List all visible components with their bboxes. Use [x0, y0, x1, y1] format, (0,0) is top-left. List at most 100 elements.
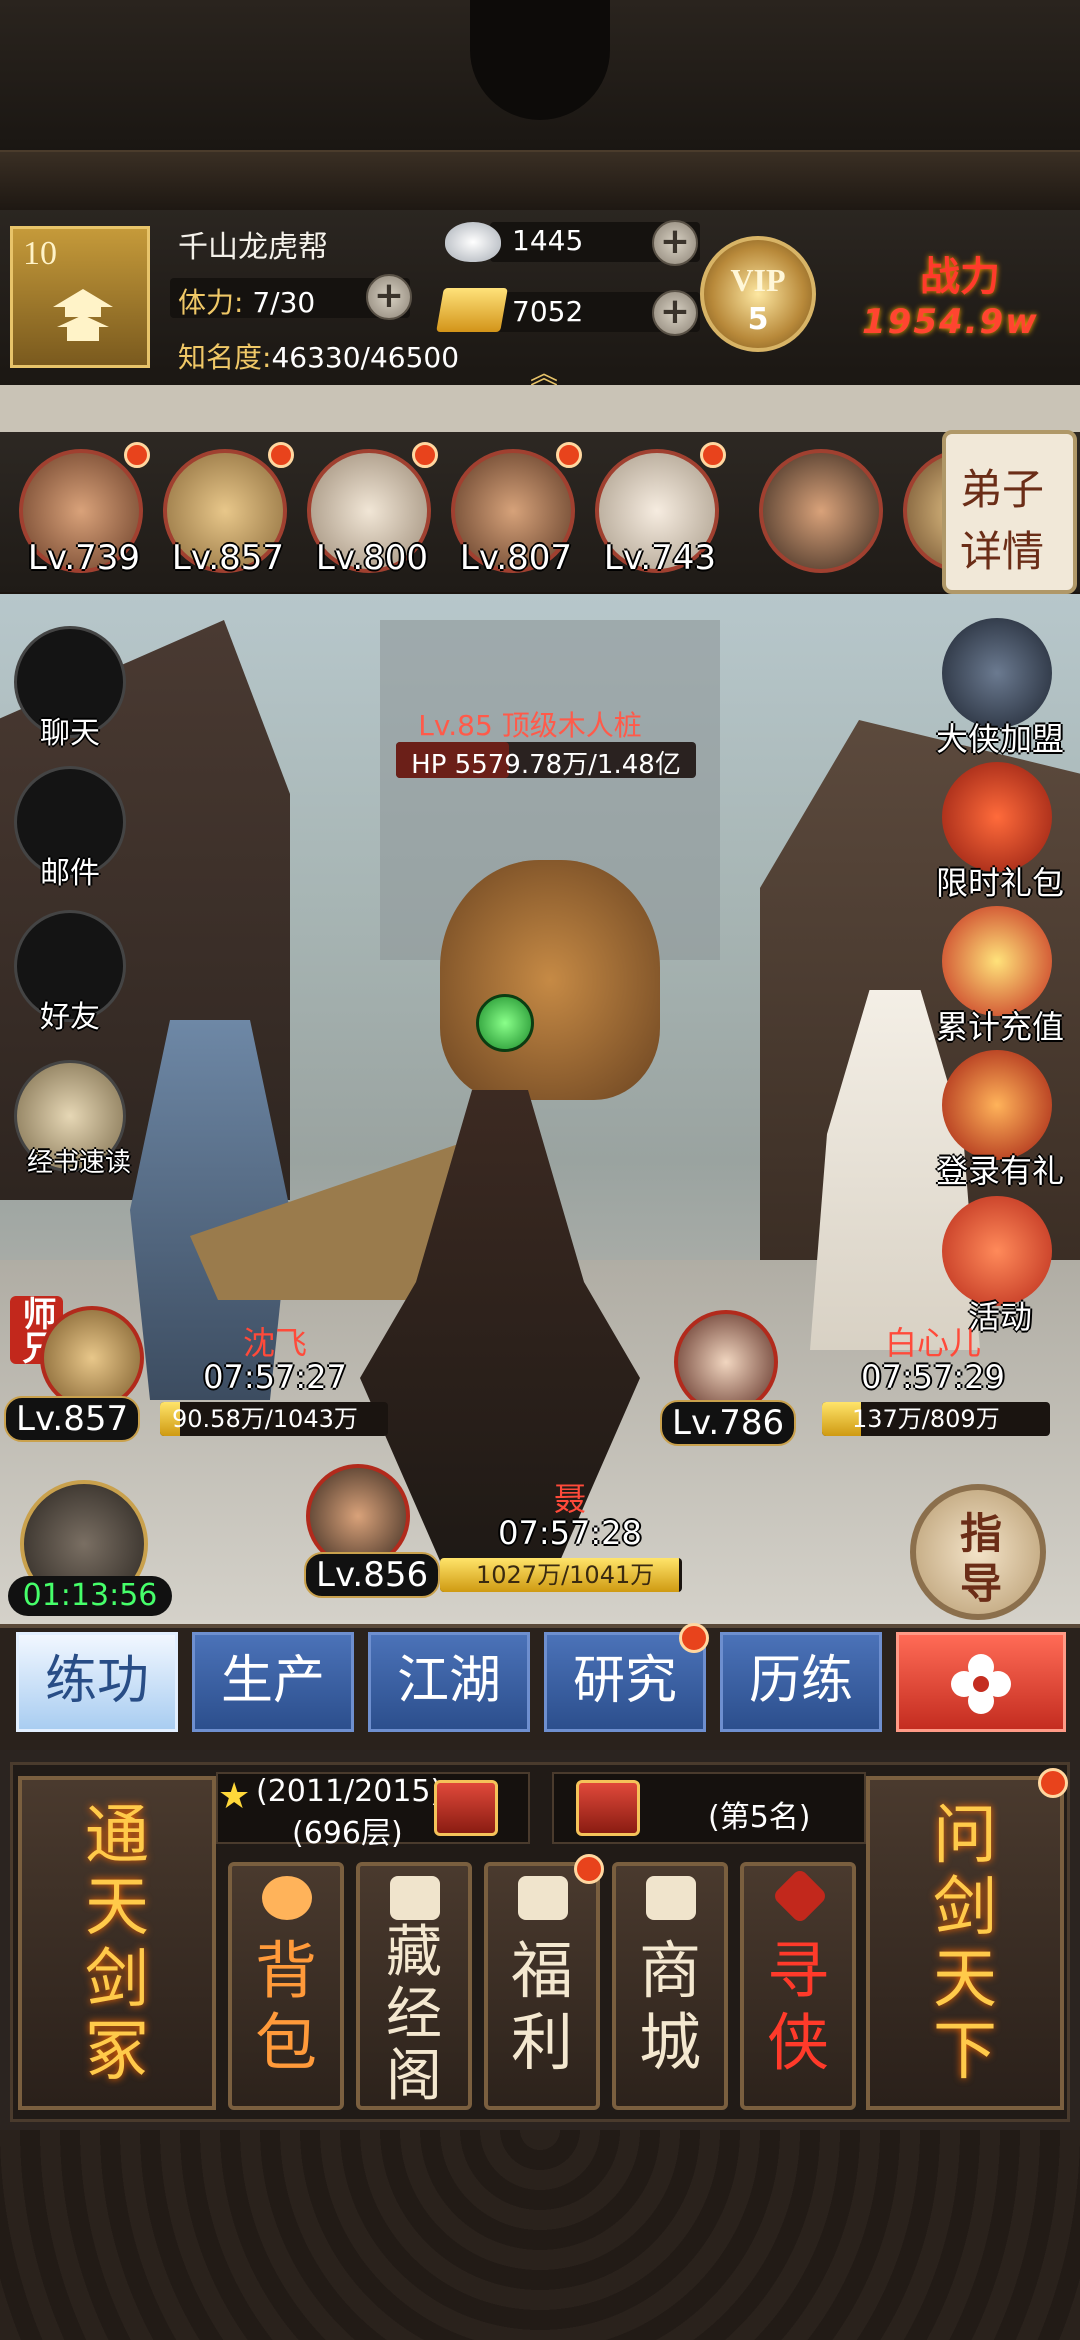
shop-button[interactable]: 商城 — [612, 1862, 728, 2110]
library-button[interactable]: 藏经阁 — [356, 1862, 472, 2110]
arena-scroll-button[interactable]: 问剑天下 — [866, 1768, 1068, 2110]
seal-icon — [771, 1867, 829, 1925]
add-stamina-button[interactable]: + — [366, 274, 412, 320]
disciple-level: Lv.743 — [603, 538, 717, 578]
disciple-level: Lv.857 — [171, 538, 285, 578]
lantern-icon — [942, 1196, 1052, 1306]
disciple-slot[interactable]: Lv.807 — [446, 442, 582, 578]
notification-dot — [1038, 1768, 1068, 1798]
welfare-button[interactable]: 福利 — [484, 1854, 604, 2110]
player-level-badge[interactable]: 10 — [10, 226, 150, 368]
treasure-chest-icon — [942, 906, 1052, 1016]
building-timer: 01:13:56 — [8, 1576, 172, 1616]
guild-name: 千山龙虎帮 — [178, 230, 328, 265]
activity-button[interactable]: 活动 — [920, 1196, 1070, 1336]
chat-label: 聊天 — [40, 716, 100, 751]
disciple-level: Lv.739 — [27, 538, 141, 578]
pagoda-icon — [53, 289, 113, 341]
gift-bag-icon — [942, 762, 1052, 872]
vip-badge[interactable]: VIP 5 — [700, 236, 816, 352]
guide-button[interactable]: 指 导 — [910, 1484, 1046, 1620]
stamina-text: 体力: 7/30 — [178, 281, 315, 321]
alliance-warrior-icon — [942, 618, 1052, 728]
tower-scroll-button[interactable]: 通天剑冢 — [18, 1776, 216, 2110]
toad-boss-statue[interactable] — [440, 860, 660, 1100]
arena-rank: (第5名) — [708, 1800, 811, 1835]
detail-label-2: 详情 — [960, 530, 1045, 576]
tower-gift-icon[interactable] — [434, 1780, 498, 1836]
notification-dot — [574, 1854, 604, 1884]
tab-more[interactable] — [896, 1632, 1066, 1732]
fame-value: 46330/46500 — [271, 341, 460, 374]
roof-decoration — [0, 0, 1080, 212]
disciple-slot[interactable]: Lv.857 — [158, 442, 294, 578]
power-value: 1954.9w — [862, 302, 1039, 342]
disciple-slot[interactable]: Lv.739 — [14, 442, 150, 578]
add-silver-button[interactable]: + — [652, 220, 698, 266]
unit-hp-text-right: 137万/809万 — [852, 1405, 1000, 1433]
disciple-level: Lv.807 — [459, 538, 573, 578]
alliance-button[interactable]: 大侠加盟 — [920, 618, 1070, 758]
unit-portrait-left[interactable] — [40, 1306, 144, 1410]
disciple-slot[interactable]: Lv.743 — [590, 442, 726, 578]
disciple-slot[interactable]: Lv.800 — [302, 442, 438, 578]
disciple-detail-button[interactable]: 弟子 详情 — [942, 430, 1077, 594]
tower-floor: (696层) — [292, 1816, 403, 1851]
recharge-label: 累计充值 — [935, 1008, 1064, 1046]
flower-icon — [951, 1654, 1011, 1714]
disciple-slot[interactable] — [898, 444, 942, 578]
floor-pattern — [0, 2130, 1080, 2340]
disciple-slot[interactable] — [754, 444, 888, 578]
stamina-label: 体力: — [178, 286, 244, 319]
alliance-label: 大侠加盟 — [935, 720, 1064, 758]
star-icon: ★ — [218, 1776, 251, 1817]
tower-progress: (2011/2015) — [256, 1774, 443, 1809]
fame-text: 知名度:46330/46500 — [178, 336, 459, 376]
recharge-button[interactable]: 累计充值 — [920, 906, 1070, 1046]
login-gift-label: 登录有礼 — [935, 1152, 1064, 1190]
shop-label: 商城 — [638, 1938, 701, 2078]
unit-timer-center: 07:57:28 — [498, 1514, 642, 1552]
unit-hp-text-left: 90.58万/1043万 — [172, 1405, 358, 1433]
recruit-label: 寻侠 — [766, 1938, 829, 2078]
disciple-portrait — [759, 449, 883, 573]
tab-production[interactable]: 生产 — [192, 1632, 354, 1732]
tab-jianghu[interactable]: 江湖 — [368, 1632, 530, 1732]
notification-dot — [679, 1623, 709, 1653]
friends-label: 好友 — [40, 1000, 100, 1035]
tab-practice[interactable]: 练功 — [16, 1632, 178, 1732]
disciple-portrait — [903, 449, 942, 573]
speedread-label: 经书速读 — [26, 1148, 131, 1178]
notification-dot — [124, 442, 150, 468]
gold-value: 7052 — [512, 295, 584, 328]
unit-portrait-right[interactable] — [674, 1310, 778, 1414]
vip-label: VIP — [730, 262, 786, 298]
library-label: 藏经阁 — [386, 1922, 442, 2108]
recruit-button[interactable]: 寻侠 — [740, 1862, 856, 2110]
shop-icon — [646, 1876, 696, 1920]
limited-gift-button[interactable]: 限时礼包 — [920, 762, 1070, 902]
login-gift-button[interactable]: 登录有礼 — [920, 1050, 1070, 1190]
backpack-button[interactable]: 背包 — [228, 1862, 344, 2110]
tab-training[interactable]: 历练 — [720, 1632, 882, 1732]
vip-level: 5 — [747, 302, 769, 337]
money-bag-icon — [262, 1876, 312, 1920]
backpack-label: 背包 — [254, 1938, 317, 2078]
gold-icon — [436, 288, 508, 332]
mail-label: 邮件 — [40, 856, 100, 891]
unit-level-left: Lv.857 — [4, 1396, 141, 1442]
speedread-button[interactable]: 经书速读 — [14, 1060, 144, 1180]
boss-name: Lv.85 顶级木人桩 — [418, 709, 642, 742]
fame-label: 知名度: — [178, 341, 272, 374]
friends-button[interactable]: 好友 — [14, 910, 134, 1035]
mail-button[interactable]: 邮件 — [14, 766, 134, 891]
roof-beam — [0, 150, 1080, 212]
chat-button[interactable]: 聊天 — [14, 626, 134, 751]
add-gold-button[interactable]: + — [652, 290, 698, 336]
arena-gift-icon[interactable] — [576, 1780, 640, 1836]
notification-dot — [556, 442, 582, 468]
welfare-label: 福利 — [510, 1938, 573, 2078]
tab-research[interactable]: 研究 — [544, 1623, 709, 1732]
unit-level-right: Lv.786 — [660, 1400, 797, 1446]
limited-gift-label: 限时礼包 — [935, 864, 1064, 902]
